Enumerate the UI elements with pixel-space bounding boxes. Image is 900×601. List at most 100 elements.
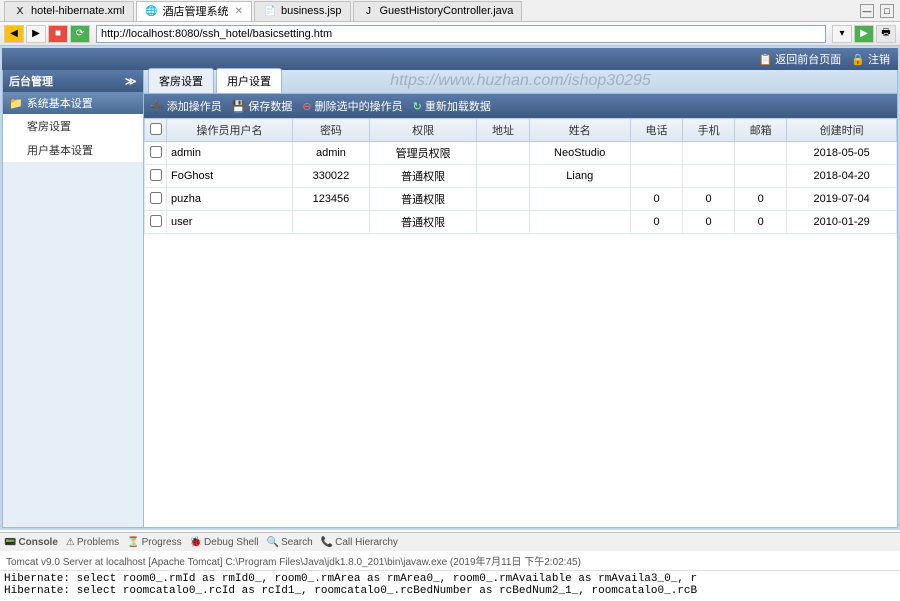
tab-label: hotel-hibernate.xml bbox=[31, 5, 125, 17]
minimize-icon[interactable]: — bbox=[860, 4, 874, 18]
delete-label: 删除选中的操作员 bbox=[315, 98, 403, 114]
maximize-icon[interactable]: □ bbox=[880, 4, 894, 18]
tab-debug-shell[interactable]: 🐞 Debug Shell bbox=[190, 537, 259, 548]
refresh-label: 重新加载数据 bbox=[425, 98, 491, 114]
java-icon: J bbox=[362, 4, 376, 18]
save-label: 保存数据 bbox=[248, 98, 292, 114]
console-panel: 📟 Console ⚠ Problems ⏳ Progress 🐞 Debug … bbox=[0, 532, 900, 592]
table-row[interactable]: admin admin 管理员权限 NeoStudio 2018-05-05 bbox=[145, 142, 897, 165]
jsp-icon: 📄 bbox=[263, 4, 277, 18]
col-mobile[interactable]: 手机 bbox=[683, 119, 735, 142]
refresh-button[interactable]: ⟳ bbox=[70, 25, 90, 43]
select-all-checkbox[interactable] bbox=[150, 123, 162, 135]
sidebar-group-label: 系统基本设置 bbox=[27, 95, 93, 111]
tab-label: business.jsp bbox=[281, 5, 342, 17]
col-phone[interactable]: 电话 bbox=[630, 119, 682, 142]
cell-role: 普通权限 bbox=[369, 188, 477, 211]
cell-mobile: 0 bbox=[683, 188, 735, 211]
col-address[interactable]: 地址 bbox=[477, 119, 529, 142]
cell-phone bbox=[630, 142, 682, 165]
sidebar-item-room-settings[interactable]: 客房设置 bbox=[3, 114, 143, 138]
stop-button[interactable]: ■ bbox=[48, 25, 68, 43]
cell-username: user bbox=[167, 211, 293, 234]
cell-name bbox=[529, 188, 630, 211]
cell-password: 123456 bbox=[293, 188, 370, 211]
url-input[interactable] bbox=[96, 25, 826, 43]
table-row[interactable]: puzha 123456 普通权限 0 0 0 2019-07-04 bbox=[145, 188, 897, 211]
row-checkbox[interactable] bbox=[150, 169, 162, 181]
close-icon[interactable]: ✕ bbox=[235, 6, 243, 17]
col-email[interactable]: 邮箱 bbox=[735, 119, 787, 142]
operator-grid: 操作员用户名 密码 权限 地址 姓名 电话 手机 邮箱 创建时间 admin a… bbox=[144, 118, 897, 234]
go-button[interactable]: ▶ bbox=[854, 25, 874, 43]
console-output: Hibernate: select room0_.rmId as rmId0_,… bbox=[0, 571, 900, 599]
cell-password: 330022 bbox=[293, 165, 370, 188]
editor-tab-guest-history[interactable]: J GuestHistoryController.java bbox=[353, 1, 523, 21]
sidebar-header: 后台管理 ≪ bbox=[3, 70, 143, 92]
folder-icon: 📁 bbox=[9, 97, 23, 110]
tab-search[interactable]: 🔍 Search bbox=[267, 537, 313, 548]
print-button[interactable]: 🖶 bbox=[876, 25, 896, 43]
window-controls: — □ bbox=[860, 4, 900, 18]
cell-created: 2019-07-04 bbox=[787, 188, 897, 211]
app-header: 📋 返回前台页面 🔒 注销 bbox=[2, 48, 898, 70]
delete-selected-button[interactable]: ⊖删除选中的操作员 bbox=[302, 98, 402, 114]
tab-console[interactable]: 📟 Console bbox=[4, 537, 58, 548]
col-role[interactable]: 权限 bbox=[369, 119, 477, 142]
tab-progress[interactable]: ⏳ Progress bbox=[127, 537, 181, 548]
sidebar-item-user-settings[interactable]: 用户基本设置 bbox=[3, 138, 143, 162]
browser-toolbar: ◀ ▶ ■ ⟳ ▾ ▶ 🖶 bbox=[0, 22, 900, 46]
tab-user-settings[interactable]: 用户设置 bbox=[216, 68, 282, 93]
col-name[interactable]: 姓名 bbox=[529, 119, 630, 142]
forward-button[interactable]: ▶ bbox=[26, 25, 46, 43]
cell-phone: 0 bbox=[630, 188, 682, 211]
app-area: 📋 返回前台页面 🔒 注销 后台管理 ≪ 📁 系统基本设置 客房设置 用户基本设… bbox=[0, 46, 900, 530]
back-button[interactable]: ◀ bbox=[4, 25, 24, 43]
logout-link[interactable]: 🔒 注销 bbox=[851, 51, 890, 67]
row-checkbox[interactable] bbox=[150, 146, 162, 158]
dropdown-button[interactable]: ▾ bbox=[832, 25, 852, 43]
col-username[interactable]: 操作员用户名 bbox=[167, 119, 293, 142]
content-tabs: 客房设置 用户设置 https://www.huzhan.com/ishop30… bbox=[144, 70, 897, 94]
tab-label: 酒店管理系统 bbox=[163, 3, 229, 19]
collapse-icon[interactable]: ≪ bbox=[125, 75, 137, 88]
editor-tab-business-jsp[interactable]: 📄 business.jsp bbox=[254, 1, 351, 21]
col-checkbox bbox=[145, 119, 167, 142]
tab-room-settings[interactable]: 客房设置 bbox=[148, 68, 214, 93]
cell-address bbox=[477, 165, 529, 188]
row-checkbox[interactable] bbox=[150, 192, 162, 204]
cell-phone: 0 bbox=[630, 211, 682, 234]
grid-header-row: 操作员用户名 密码 权限 地址 姓名 电话 手机 邮箱 创建时间 bbox=[145, 119, 897, 142]
cell-email bbox=[735, 165, 787, 188]
cell-created: 2010-01-29 bbox=[787, 211, 897, 234]
col-password[interactable]: 密码 bbox=[293, 119, 370, 142]
cell-email: 0 bbox=[735, 188, 787, 211]
sidebar-title: 后台管理 bbox=[9, 73, 53, 89]
cell-mobile bbox=[683, 165, 735, 188]
xml-icon: X bbox=[13, 4, 27, 18]
save-data-button[interactable]: 💾保存数据 bbox=[232, 98, 293, 114]
table-row[interactable]: FoGhost 330022 普通权限 Liang 2018-04-20 bbox=[145, 165, 897, 188]
tab-problems[interactable]: ⚠ Problems bbox=[66, 537, 119, 548]
cell-role: 普通权限 bbox=[369, 211, 477, 234]
add-icon: ➕ bbox=[150, 100, 164, 113]
table-row[interactable]: user 普通权限 0 0 0 2010-01-29 bbox=[145, 211, 897, 234]
cell-role: 普通权限 bbox=[369, 165, 477, 188]
cell-password bbox=[293, 211, 370, 234]
reload-data-button[interactable]: ↻重新加载数据 bbox=[413, 98, 491, 114]
watermark: https://www.huzhan.com/ishop30295 bbox=[390, 72, 651, 90]
cell-address bbox=[477, 188, 529, 211]
sidebar-group-system[interactable]: 📁 系统基本设置 bbox=[3, 92, 143, 114]
cell-username: puzha bbox=[167, 188, 293, 211]
cell-address bbox=[477, 142, 529, 165]
back-to-front-link[interactable]: 📋 返回前台页面 bbox=[758, 51, 841, 67]
row-checkbox[interactable] bbox=[150, 215, 162, 227]
cell-password: admin bbox=[293, 142, 370, 165]
add-operator-button[interactable]: ➕添加操作员 bbox=[150, 98, 222, 114]
cell-mobile bbox=[683, 142, 735, 165]
editor-tab-hotel-system[interactable]: 🌐 酒店管理系统 ✕ bbox=[136, 1, 252, 21]
save-icon: 💾 bbox=[232, 100, 246, 113]
tab-call-hierarchy[interactable]: 📞 Call Hierarchy bbox=[321, 537, 398, 548]
editor-tab-hotel-hibernate[interactable]: X hotel-hibernate.xml bbox=[4, 1, 134, 21]
col-created[interactable]: 创建时间 bbox=[787, 119, 897, 142]
